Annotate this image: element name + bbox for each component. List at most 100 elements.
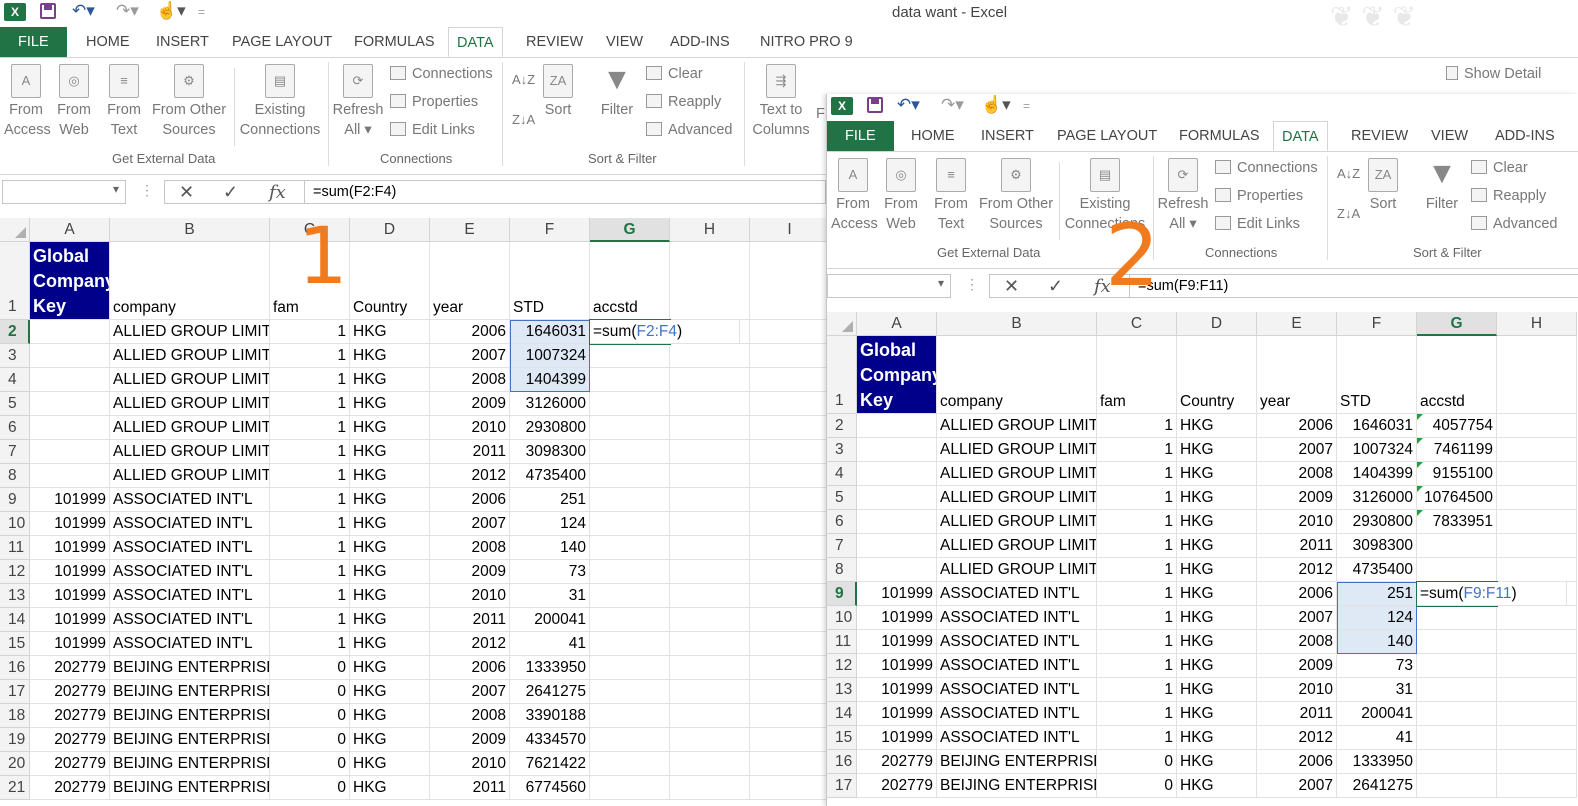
cell-d10[interactable]: HKG [350, 512, 430, 536]
cell-h20[interactable] [670, 752, 750, 776]
cell-a11[interactable]: 101999 [857, 630, 937, 654]
cell-c17[interactable]: 0 [1097, 774, 1177, 798]
name-box[interactable] [2, 180, 126, 204]
cell-e14[interactable]: 2011 [430, 608, 510, 632]
cell-c17[interactable]: 0 [270, 680, 350, 704]
cell-a14[interactable]: 101999 [30, 608, 110, 632]
cell-h16[interactable] [670, 656, 750, 680]
refresh-all-button[interactable]: ⟳ Refresh All ▾ [1157, 158, 1209, 234]
cell-i21[interactable] [750, 776, 830, 800]
cell-b16[interactable]: BEIJING ENTERPRISES [937, 750, 1097, 774]
row-header-11[interactable]: 11 [0, 536, 30, 560]
cell-g6[interactable]: 7833951 [1417, 510, 1497, 534]
row-header-10[interactable]: 10 [827, 606, 857, 630]
column-header-g[interactable]: G [590, 218, 670, 242]
cell-f6[interactable]: 2930800 [510, 416, 590, 440]
connections-button[interactable]: Connections [1215, 160, 1318, 176]
cell-a20[interactable]: 202779 [30, 752, 110, 776]
advanced-button[interactable]: Advanced [1471, 216, 1558, 232]
cell-i7[interactable] [750, 440, 830, 464]
from-access-button[interactable]: A From Access [831, 158, 878, 234]
row-header-1[interactable]: 1 [0, 242, 30, 320]
cell-i15[interactable] [750, 632, 830, 656]
cell-d9[interactable]: HKG [1177, 582, 1257, 606]
cell-c12[interactable]: 1 [1097, 654, 1177, 678]
cell-e6[interactable]: 2010 [1257, 510, 1337, 534]
cell-i4[interactable] [750, 368, 830, 392]
cell-e8[interactable]: 2012 [430, 464, 510, 488]
cell-h7[interactable] [1497, 534, 1577, 558]
cell-a4[interactable] [857, 462, 937, 486]
cell-d11[interactable]: HKG [1177, 630, 1257, 654]
cell-h4[interactable] [1497, 462, 1577, 486]
cell-f15[interactable]: 41 [1337, 726, 1417, 750]
cell-b4[interactable]: ALLIED GROUP LIMITI [937, 462, 1097, 486]
cell-b3[interactable]: ALLIED GROUP LIMITI [110, 344, 270, 368]
cell-e2[interactable]: 2006 [1257, 414, 1337, 438]
cell-d4[interactable]: HKG [1177, 462, 1257, 486]
undo-icon[interactable]: ↶▾ [897, 95, 920, 115]
reapply-button[interactable]: Reapply [1471, 188, 1546, 204]
cell-c15[interactable]: 1 [270, 632, 350, 656]
tab-review[interactable]: REVIEW [1343, 121, 1416, 151]
cell-b16[interactable]: BEIJING ENTERPRISES [110, 656, 270, 680]
cell-g8[interactable] [590, 464, 670, 488]
cell-c13[interactable]: 1 [270, 584, 350, 608]
row-header-6[interactable]: 6 [0, 416, 30, 440]
cell-a10[interactable]: 101999 [30, 512, 110, 536]
enter-icon[interactable]: ✓ [223, 182, 238, 203]
cell-f5[interactable]: 3126000 [510, 392, 590, 416]
header-cell-g[interactable]: accstd [1417, 336, 1497, 414]
cell-g11[interactable] [590, 536, 670, 560]
row-header-12[interactable]: 12 [0, 560, 30, 584]
cell-i16[interactable] [750, 656, 830, 680]
cell-d12[interactable]: HKG [350, 560, 430, 584]
tab-view[interactable]: VIEW [598, 27, 651, 57]
cell-i5[interactable] [750, 392, 830, 416]
cell-e5[interactable]: 2009 [430, 392, 510, 416]
row-header-13[interactable]: 13 [827, 678, 857, 702]
select-all-corner[interactable] [827, 312, 857, 336]
cell-d10[interactable]: HKG [1177, 606, 1257, 630]
cell-i18[interactable] [750, 704, 830, 728]
cell-g16[interactable] [590, 656, 670, 680]
tab-nitro-pro-9[interactable]: NITRO PRO 9 [752, 27, 861, 57]
cell-i12[interactable] [750, 560, 830, 584]
row-header-12[interactable]: 12 [827, 654, 857, 678]
cell-e15[interactable]: 2012 [1257, 726, 1337, 750]
cell-a15[interactable]: 101999 [857, 726, 937, 750]
column-header-i[interactable]: I [750, 218, 830, 242]
cell-d21[interactable]: HKG [350, 776, 430, 800]
cell-d13[interactable]: HKG [1177, 678, 1257, 702]
cell-g13[interactable] [1417, 678, 1497, 702]
cell-b9[interactable]: ASSOCIATED INT'L [937, 582, 1097, 606]
cell-e7[interactable]: 2011 [1257, 534, 1337, 558]
customize-qat-icon[interactable]: = [1023, 99, 1030, 113]
cell-f10[interactable]: 124 [510, 512, 590, 536]
cell-f17[interactable]: 2641275 [510, 680, 590, 704]
tab-add-ins[interactable]: ADD-INS [1487, 121, 1563, 151]
text-to-columns-button[interactable]: ⇶ Text to Columns [750, 64, 812, 140]
edit-links-button[interactable]: Edit Links [1215, 216, 1300, 232]
cell-d8[interactable]: HKG [1177, 558, 1257, 582]
column-header-e[interactable]: E [1257, 312, 1337, 336]
cell-f21[interactable]: 6774560 [510, 776, 590, 800]
cell-a2[interactable] [30, 320, 110, 344]
cell-h8[interactable] [1497, 558, 1577, 582]
cell-e10[interactable]: 2007 [1257, 606, 1337, 630]
header-cell-global-company-key[interactable]: Global Company Key [857, 336, 937, 414]
cell-a19[interactable]: 202779 [30, 728, 110, 752]
cell-i10[interactable] [750, 512, 830, 536]
cell-d17[interactable]: HKG [1177, 774, 1257, 798]
cell-c14[interactable]: 1 [1097, 702, 1177, 726]
cell-g11[interactable] [1417, 630, 1497, 654]
cell-b21[interactable]: BEIJING ENTERPRISES [110, 776, 270, 800]
cell-b10[interactable]: ASSOCIATED INT'L [937, 606, 1097, 630]
row-header-4[interactable]: 4 [827, 462, 857, 486]
worksheet-grid-1[interactable]: A B C D E F G H I 1 Global Company Key company fam Co… [0, 218, 830, 806]
cell-f12[interactable]: 73 [510, 560, 590, 584]
cell-c6[interactable]: 1 [1097, 510, 1177, 534]
column-header-d[interactable]: D [1177, 312, 1257, 336]
cell-h15[interactable] [670, 632, 750, 656]
cell-g3[interactable]: 7461199 [1417, 438, 1497, 462]
